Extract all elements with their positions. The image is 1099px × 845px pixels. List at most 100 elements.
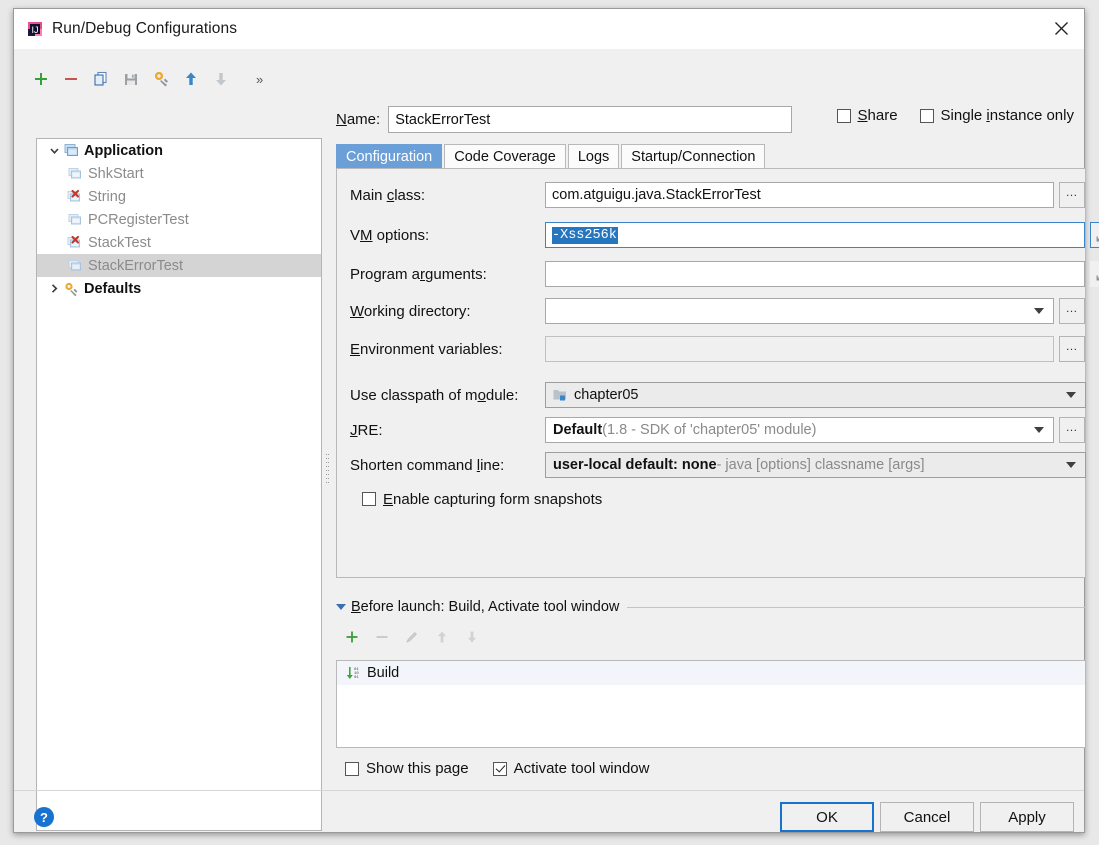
program-arguments-expand-button[interactable]	[1090, 261, 1099, 287]
classpath-module-row: Use classpath of module: chapter05	[350, 382, 1086, 408]
program-arguments-input[interactable]	[545, 261, 1085, 287]
plus-icon[interactable]	[26, 64, 56, 94]
main-class-label: Main class:	[350, 186, 426, 204]
activate-tool-window-checkbox-label: Activate tool window	[513, 760, 650, 777]
show-this-page-checkbox-box[interactable]	[345, 761, 359, 776]
show-this-page-checkbox-label: Show this page	[366, 760, 469, 777]
help-button[interactable]: ?	[34, 807, 54, 827]
gear-wrench-icon	[63, 281, 81, 297]
tree-node-stacktest[interactable]: StackTest	[37, 231, 321, 254]
chevron-down-icon[interactable]	[1066, 462, 1076, 468]
activate-tool-window-checkbox[interactable]: Activate tool window	[492, 760, 650, 777]
shorten-command-line-combo[interactable]: user-local default: none - java [options…	[545, 452, 1086, 478]
single-instance-checkbox-box[interactable]	[919, 108, 934, 123]
classpath-module-combo[interactable]: chapter05	[545, 382, 1086, 408]
application-error-icon	[67, 189, 85, 205]
form-snapshots-checkbox-label: Enable capturing form snapshots	[383, 490, 603, 508]
jre-row: JRE: Default (1.8 - SDK of 'chapter05' m…	[350, 417, 1085, 443]
before-launch-toolbar	[342, 627, 482, 647]
footer-divider	[14, 790, 1084, 791]
tree-node-defaults[interactable]: Defaults	[37, 277, 321, 300]
form-snapshots-checkbox-box[interactable]	[362, 492, 376, 506]
collapse-triangle-icon[interactable]	[336, 604, 346, 610]
before-launch-title-text: efore launch: Build, Activate tool windo…	[360, 599, 620, 615]
build-icon: 01 10 01	[343, 665, 363, 681]
tab-logs[interactable]: Logs	[567, 144, 620, 168]
splitter-grip	[326, 454, 330, 484]
single-instance-checkbox[interactable]: Single instance only	[919, 107, 1074, 124]
main-class-browse-button[interactable]: …	[1059, 182, 1085, 208]
panel-splitter[interactable]	[325, 142, 332, 831]
cancel-button[interactable]: Cancel	[880, 802, 974, 832]
tree-node-shkstart[interactable]: ShkStart	[37, 162, 321, 185]
vm-options-label: VM options:	[350, 226, 430, 244]
before-launch-item-build[interactable]: 01 10 01 Build	[337, 661, 1085, 685]
chevron-right-icon[interactable]	[45, 283, 63, 294]
tab-configuration[interactable]: Configuration	[336, 144, 443, 168]
save-icon[interactable]	[116, 64, 146, 94]
tree-node-stackerrortest[interactable]: StackErrorTest	[37, 254, 321, 277]
svg-text:01: 01	[354, 676, 359, 680]
tab-startup-connection[interactable]: Startup/Connection	[621, 144, 766, 168]
tree-node-string[interactable]: String	[37, 185, 321, 208]
jre-value-wrap: Default (1.8 - SDK of 'chapter05' module…	[553, 422, 1034, 438]
vm-options-expand-button[interactable]	[1090, 222, 1099, 248]
close-icon[interactable]	[1038, 9, 1084, 48]
jre-label: JRE:	[350, 421, 383, 439]
show-this-page-checkbox[interactable]: Show this page	[345, 760, 469, 777]
chevron-down-icon[interactable]	[1034, 427, 1044, 433]
name-label-mnemonic: N	[336, 111, 347, 128]
configurations-tree: Application ShkStart String PCRegisterTe…	[36, 138, 322, 831]
before-launch-title: Before launch: Build, Activate tool wind…	[351, 599, 620, 615]
form-snapshots-checkbox[interactable]: Enable capturing form snapshots	[362, 491, 602, 508]
tree-node-label: Defaults	[84, 280, 142, 297]
share-checkbox[interactable]: Share	[836, 107, 898, 124]
program-arguments-row: Program arguments:	[350, 261, 1099, 287]
configuration-options: Share Single instance only	[836, 107, 1074, 124]
share-checkbox-label: Share	[857, 107, 898, 124]
module-icon	[553, 388, 568, 402]
share-checkbox-box[interactable]	[836, 108, 851, 123]
working-directory-combo[interactable]	[545, 298, 1054, 324]
before-launch-item-label: Build	[367, 665, 400, 681]
before-launch-divider	[627, 606, 1086, 608]
jre-browse-button[interactable]: …	[1059, 417, 1085, 443]
apply-button[interactable]: Apply	[980, 802, 1074, 832]
vm-options-input[interactable]: -Xss256k	[545, 222, 1085, 248]
toolbar-overflow-button[interactable]: »	[256, 72, 263, 87]
classpath-module-value-wrap: chapter05	[553, 387, 1066, 403]
working-directory-browse-button[interactable]: …	[1059, 298, 1085, 324]
tree-node-label: StackErrorTest	[88, 257, 184, 274]
program-arguments-label: Program arguments:	[350, 265, 487, 283]
environment-variables-input[interactable]	[545, 336, 1054, 362]
application-error-icon	[67, 235, 85, 251]
tab-code-coverage[interactable]: Code Coverage	[444, 144, 566, 168]
ok-button[interactable]: OK	[780, 802, 874, 832]
chevron-down-icon[interactable]	[1066, 392, 1076, 398]
svg-text:IJ: IJ	[31, 25, 38, 35]
arrow-down-icon	[462, 627, 482, 647]
environment-variables-browse-button[interactable]: …	[1059, 336, 1085, 362]
jre-combo[interactable]: Default (1.8 - SDK of 'chapter05' module…	[545, 417, 1054, 443]
plus-icon[interactable]	[342, 627, 362, 647]
arrow-up-icon	[432, 627, 452, 647]
tree-node-application[interactable]: Application	[37, 139, 321, 162]
arrow-down-icon[interactable]	[206, 64, 236, 94]
gear-wrench-icon[interactable]	[146, 64, 176, 94]
environment-variables-label: Environment variables:	[350, 340, 503, 358]
chevron-down-icon[interactable]	[1034, 308, 1044, 314]
name-input[interactable]	[388, 106, 793, 133]
vm-options-row: VM options: -Xss256k	[350, 222, 1099, 248]
chevron-down-icon[interactable]	[45, 145, 63, 156]
shorten-command-line-value-wrap: user-local default: none - java [options…	[553, 457, 1066, 473]
arrow-up-icon[interactable]	[176, 64, 206, 94]
minus-icon[interactable]	[56, 64, 86, 94]
dialog-title: Run/Debug Configurations	[52, 20, 238, 37]
tree-node-pcregistertest[interactable]: PCRegisterTest	[37, 208, 321, 231]
right-pane: Name: Share Single instance only	[332, 49, 1099, 832]
copy-icon[interactable]	[86, 64, 116, 94]
screen: IJ Run/Debug Configurations » Applicatio…	[0, 0, 1099, 845]
main-class-input[interactable]: com.atguigu.java.StackErrorTest	[545, 182, 1054, 208]
name-label-rest: ame:	[346, 111, 381, 128]
activate-tool-window-checkbox-box[interactable]	[492, 761, 507, 776]
